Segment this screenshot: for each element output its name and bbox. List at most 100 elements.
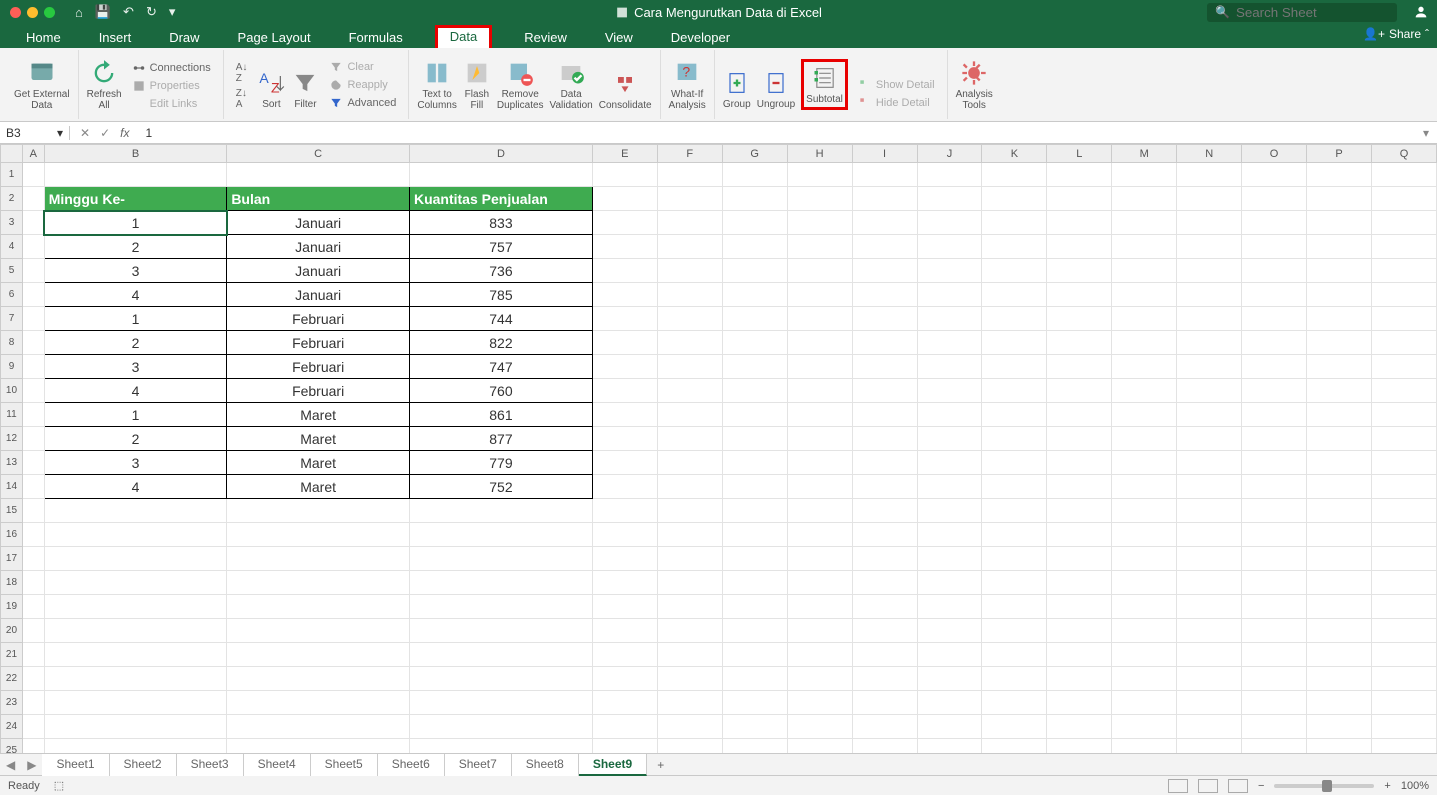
enter-formula-icon[interactable]: ✓: [100, 126, 110, 140]
cell-D17[interactable]: [409, 547, 592, 571]
cell-K16[interactable]: [982, 523, 1047, 547]
cell-C18[interactable]: [227, 571, 410, 595]
zoom-slider[interactable]: [1274, 784, 1374, 788]
cell-P22[interactable]: [1307, 667, 1372, 691]
cell-O5[interactable]: [1242, 259, 1307, 283]
cell-N16[interactable]: [1177, 523, 1242, 547]
cell-I18[interactable]: [852, 571, 917, 595]
user-icon[interactable]: [1413, 4, 1429, 20]
row-header-12[interactable]: 12: [1, 427, 23, 451]
cell-H3[interactable]: [787, 211, 852, 235]
cell-G5[interactable]: [722, 259, 787, 283]
chevron-up-icon[interactable]: ˆ: [1425, 27, 1429, 41]
cell-E2[interactable]: [592, 187, 657, 211]
cell-O13[interactable]: [1242, 451, 1307, 475]
cell-I19[interactable]: [852, 595, 917, 619]
cell-G17[interactable]: [722, 547, 787, 571]
cell-Q11[interactable]: [1371, 403, 1436, 427]
cell-C16[interactable]: [227, 523, 410, 547]
cell-B9[interactable]: 3: [44, 355, 227, 379]
cell-Q5[interactable]: [1371, 259, 1436, 283]
cell-H7[interactable]: [787, 307, 852, 331]
cell-D24[interactable]: [409, 715, 592, 739]
cell-Q18[interactable]: [1371, 571, 1436, 595]
maximize-window-button[interactable]: [44, 7, 55, 18]
cell-A17[interactable]: [22, 547, 44, 571]
name-box-dropdown-icon[interactable]: ▾: [57, 126, 63, 140]
cell-I4[interactable]: [852, 235, 917, 259]
cell-C13[interactable]: Maret: [227, 451, 410, 475]
cell-E1[interactable]: [592, 163, 657, 187]
cell-N12[interactable]: [1177, 427, 1242, 451]
row-header-20[interactable]: 20: [1, 619, 23, 643]
cell-C10[interactable]: Februari: [227, 379, 410, 403]
cell-L18[interactable]: [1047, 571, 1112, 595]
row-header-6[interactable]: 6: [1, 283, 23, 307]
cell-H10[interactable]: [787, 379, 852, 403]
cell-P18[interactable]: [1307, 571, 1372, 595]
cell-L25[interactable]: [1047, 739, 1112, 754]
cell-F7[interactable]: [657, 307, 722, 331]
reapply-filter-button[interactable]: Reapply: [329, 78, 396, 92]
remove-duplicates-button[interactable]: Remove Duplicates: [497, 59, 544, 111]
filter-button[interactable]: Filter: [291, 69, 319, 110]
col-header-Q[interactable]: Q: [1371, 145, 1436, 163]
data-validation-button[interactable]: Data Validation: [550, 59, 593, 111]
cell-I7[interactable]: [852, 307, 917, 331]
cell-A9[interactable]: [22, 355, 44, 379]
cell-D18[interactable]: [409, 571, 592, 595]
cell-O10[interactable]: [1242, 379, 1307, 403]
cell-M11[interactable]: [1112, 403, 1177, 427]
cell-H17[interactable]: [787, 547, 852, 571]
cell-A8[interactable]: [22, 331, 44, 355]
cell-I12[interactable]: [852, 427, 917, 451]
properties-button[interactable]: Properties: [132, 79, 211, 93]
sheet-tab-sheet3[interactable]: Sheet3: [177, 754, 244, 776]
cell-N10[interactable]: [1177, 379, 1242, 403]
cell-L24[interactable]: [1047, 715, 1112, 739]
cell-G8[interactable]: [722, 331, 787, 355]
cell-A13[interactable]: [22, 451, 44, 475]
cell-J5[interactable]: [917, 259, 982, 283]
cell-N13[interactable]: [1177, 451, 1242, 475]
cell-Q17[interactable]: [1371, 547, 1436, 571]
cell-K5[interactable]: [982, 259, 1047, 283]
cell-H12[interactable]: [787, 427, 852, 451]
minimize-window-button[interactable]: [27, 7, 38, 18]
cell-N3[interactable]: [1177, 211, 1242, 235]
cell-C4[interactable]: Januari: [227, 235, 410, 259]
cell-C3[interactable]: Januari: [227, 211, 410, 235]
cell-K23[interactable]: [982, 691, 1047, 715]
ungroup-button[interactable]: Ungroup: [757, 69, 795, 110]
macro-record-icon[interactable]: ⬚: [54, 779, 64, 792]
normal-view-button[interactable]: [1168, 779, 1188, 793]
cell-K1[interactable]: [982, 163, 1047, 187]
cell-G16[interactable]: [722, 523, 787, 547]
cell-D25[interactable]: [409, 739, 592, 754]
cell-M12[interactable]: [1112, 427, 1177, 451]
cell-F14[interactable]: [657, 475, 722, 499]
cell-O7[interactable]: [1242, 307, 1307, 331]
cell-B7[interactable]: 1: [44, 307, 227, 331]
cell-M2[interactable]: [1112, 187, 1177, 211]
sheet-tab-sheet2[interactable]: Sheet2: [110, 754, 177, 776]
cell-F24[interactable]: [657, 715, 722, 739]
tab-page-layout[interactable]: Page Layout: [232, 27, 317, 48]
cell-H2[interactable]: [787, 187, 852, 211]
sheet-tab-sheet8[interactable]: Sheet8: [512, 754, 579, 776]
cell-A20[interactable]: [22, 619, 44, 643]
cell-Q21[interactable]: [1371, 643, 1436, 667]
cell-I6[interactable]: [852, 283, 917, 307]
cell-K17[interactable]: [982, 547, 1047, 571]
cell-A12[interactable]: [22, 427, 44, 451]
row-header-8[interactable]: 8: [1, 331, 23, 355]
cell-M3[interactable]: [1112, 211, 1177, 235]
cell-G25[interactable]: [722, 739, 787, 754]
cell-C1[interactable]: [227, 163, 410, 187]
row-header-24[interactable]: 24: [1, 715, 23, 739]
cell-C24[interactable]: [227, 715, 410, 739]
cell-B13[interactable]: 3: [44, 451, 227, 475]
cell-P16[interactable]: [1307, 523, 1372, 547]
cell-K8[interactable]: [982, 331, 1047, 355]
cell-F25[interactable]: [657, 739, 722, 754]
